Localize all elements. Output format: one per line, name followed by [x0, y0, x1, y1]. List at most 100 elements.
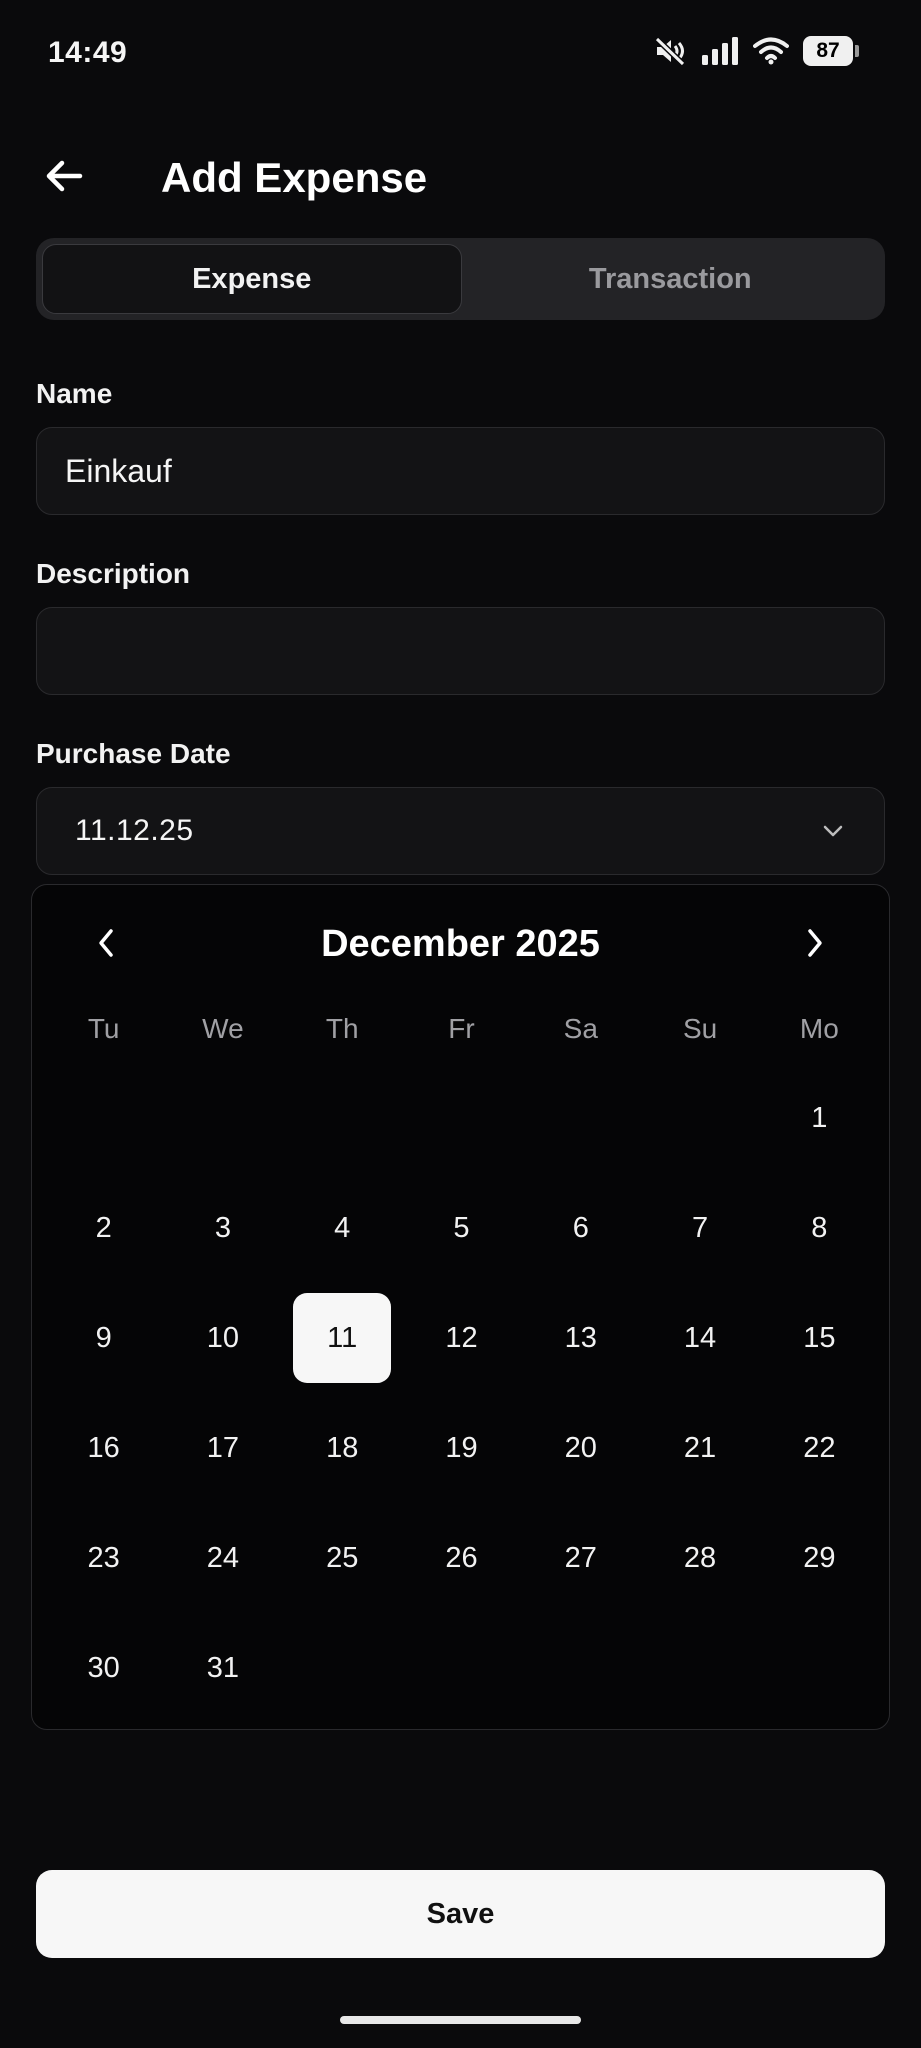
calendar-day-cell: 11: [283, 1283, 402, 1393]
calendar-day[interactable]: 21: [651, 1403, 749, 1493]
description-field-box: [36, 607, 885, 695]
calendar-day[interactable]: 23: [55, 1513, 153, 1603]
home-indicator: [340, 2016, 581, 2024]
calendar-day[interactable]: 19: [412, 1403, 510, 1493]
purchase-date-value: 11.12.25: [75, 814, 194, 847]
calendar-day[interactable]: 12: [412, 1293, 510, 1383]
calendar-day[interactable]: 9: [55, 1293, 153, 1383]
calendar-days-grid: 1 2 3 4 5 6 7 8 9 10 11 12 13 14 15 16 17 18 19 20 21 22 23 24 2…: [44, 1063, 879, 1723]
calendar-day[interactable]: 15: [770, 1293, 868, 1383]
chevron-down-icon: [823, 825, 843, 837]
calendar-day-cell: 5: [402, 1173, 521, 1283]
arrow-left-icon: [46, 160, 83, 192]
add-expense-screen: 14:49 87 Add Expense Expense Transaction…: [0, 0, 921, 2048]
calendar-day-cell: 2: [44, 1173, 163, 1283]
name-field-box: [36, 427, 885, 515]
calendar-blank-cell: [163, 1063, 282, 1173]
calendar-day[interactable]: 18: [293, 1403, 391, 1493]
calendar-day-cell: 18: [283, 1393, 402, 1503]
calendar-day[interactable]: 30: [55, 1623, 153, 1713]
calendar-day-cell: 6: [521, 1173, 640, 1283]
name-label: Name: [36, 378, 113, 409]
tab-expense[interactable]: Expense: [42, 244, 462, 314]
calendar-blank-cell: [402, 1063, 521, 1173]
calendar-day[interactable]: 27: [532, 1513, 630, 1603]
weekday-label: Sa: [563, 1013, 598, 1044]
weekday-label: Tu: [87, 1013, 120, 1044]
calendar-day[interactable]: 28: [651, 1513, 749, 1603]
calendar-day-cell: 23: [44, 1503, 163, 1613]
calendar-month-title: December 2025: [321, 923, 600, 965]
calendar-day[interactable]: 2: [55, 1183, 153, 1273]
calendar-blank-cell: [283, 1063, 402, 1173]
calendar-day[interactable]: 31: [174, 1623, 272, 1713]
calendar-day-cell: 24: [163, 1503, 282, 1613]
calendar-day[interactable]: 14: [651, 1293, 749, 1383]
calendar-day-cell: 30: [44, 1613, 163, 1723]
purchase-date-label: Purchase Date: [36, 738, 231, 769]
calendar-day[interactable]: 29: [770, 1513, 868, 1603]
calendar-day[interactable]: 13: [532, 1293, 630, 1383]
calendar-blank-cell: [640, 1063, 759, 1173]
date-picker-calendar: December 2025 Tu We Th Fr Sa Su Mo 1 2 3 4 5 6 7 8 9 10…: [31, 884, 890, 1730]
status-bar: 14:49 87: [0, 0, 921, 110]
calendar-day[interactable]: 20: [532, 1403, 630, 1493]
weekday-label: Mo: [799, 1013, 839, 1044]
back-button[interactable]: [36, 148, 92, 204]
calendar-day-cell: 19: [402, 1393, 521, 1503]
calendar-day[interactable]: 6: [532, 1183, 630, 1273]
calendar-day[interactable]: 25: [293, 1513, 391, 1603]
chevron-right-icon: [808, 929, 822, 957]
weekday-label: Fr: [448, 1013, 475, 1044]
battery-level: 87: [803, 36, 853, 66]
mute-icon: [654, 36, 686, 66]
calendar-day[interactable]: 24: [174, 1513, 272, 1603]
description-label: Description: [36, 558, 191, 589]
weekday-label: Su: [682, 1013, 718, 1044]
calendar-day-cell: 1: [760, 1063, 879, 1173]
calendar-day-cell: 12: [402, 1283, 521, 1393]
calendar-day[interactable]: 26: [412, 1513, 510, 1603]
description-input[interactable]: [37, 608, 884, 694]
calendar-day[interactable]: 17: [174, 1403, 272, 1493]
save-button[interactable]: Save: [36, 1870, 885, 1958]
calendar-day[interactable]: 10: [174, 1293, 272, 1383]
calendar-day-cell: 13: [521, 1283, 640, 1393]
purchase-date-select[interactable]: 11.12.25: [36, 787, 885, 875]
battery-icon: 87: [803, 36, 859, 66]
calendar-day[interactable]: 7: [651, 1183, 749, 1273]
calendar-blank-cell: [521, 1063, 640, 1173]
calendar-day-cell: 14: [640, 1283, 759, 1393]
calendar-day-cell: 21: [640, 1393, 759, 1503]
calendar-day-cell: 29: [760, 1503, 879, 1613]
calendar-day[interactable]: 1: [770, 1073, 868, 1163]
weekday-label: We: [202, 1013, 244, 1044]
calendar-day-cell: 20: [521, 1393, 640, 1503]
calendar-blank-cell: [44, 1063, 163, 1173]
calendar-day[interactable]: 5: [412, 1183, 510, 1273]
signal-icon: [702, 37, 738, 65]
next-month-button[interactable]: [787, 915, 843, 971]
calendar-day-cell: 8: [760, 1173, 879, 1283]
weekday-label: Th: [325, 1013, 359, 1044]
calendar-day-cell: 9: [44, 1283, 163, 1393]
calendar-day-cell: 22: [760, 1393, 879, 1503]
calendar-day[interactable]: 4: [293, 1183, 391, 1273]
calendar-day-cell: 10: [163, 1283, 282, 1393]
weekday-header: Tu We Th Fr Sa Su Mo: [44, 1013, 879, 1045]
calendar-day[interactable]: 16: [55, 1403, 153, 1493]
calendar-day-cell: 26: [402, 1503, 521, 1613]
calendar-day-cell: 27: [521, 1503, 640, 1613]
calendar-day-cell: 31: [163, 1613, 282, 1723]
name-input[interactable]: [37, 428, 884, 514]
calendar-day[interactable]: 22: [770, 1403, 868, 1493]
calendar-day[interactable]: 3: [174, 1183, 272, 1273]
calendar-day[interactable]: 8: [770, 1183, 868, 1273]
calendar-day-selected[interactable]: 11: [293, 1293, 392, 1383]
wifi-icon: [753, 37, 789, 65]
calendar-day-cell: 17: [163, 1393, 282, 1503]
type-tabs: Expense Transaction: [36, 238, 885, 320]
tab-transaction[interactable]: Transaction: [462, 244, 880, 314]
page-title: Add Expense: [161, 154, 428, 201]
calendar-day-cell: 15: [760, 1283, 879, 1393]
